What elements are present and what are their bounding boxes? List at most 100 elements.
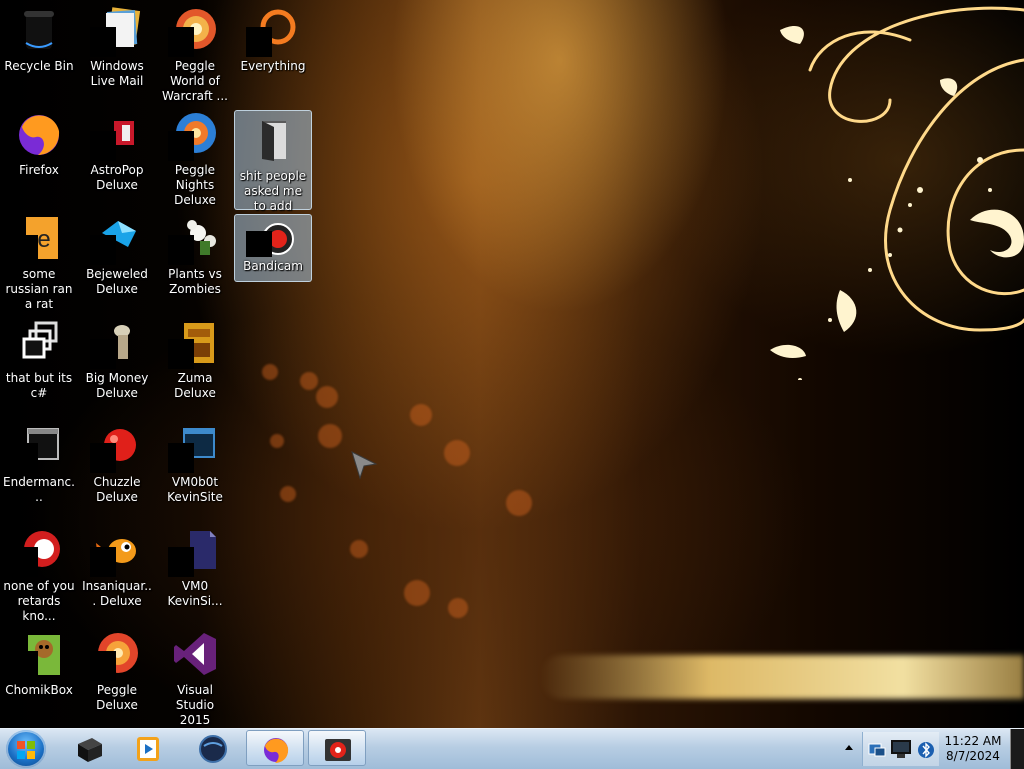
wallpaper-swirl bbox=[770, 6, 1024, 380]
desktop-icon-label: shit people asked me to add bbox=[239, 169, 307, 213]
desktop-icon-vm0b0t-kevinsite[interactable]: VM0b0t KevinSite bbox=[156, 416, 234, 516]
wallpaper-bokeh bbox=[318, 424, 342, 448]
desktop-icon-astropop[interactable]: AstroPop Deluxe bbox=[78, 104, 156, 204]
bluetooth-icon[interactable] bbox=[917, 740, 935, 760]
wallpaper-bokeh bbox=[410, 404, 432, 426]
desktop-icon-label: some russian ran a rat bbox=[5, 267, 73, 311]
desktop-icon-everything[interactable]: Everything bbox=[234, 0, 312, 100]
desktop-icon-label: Peggle Deluxe bbox=[96, 683, 138, 712]
desktop-icon-peggle-nights[interactable]: Peggle Nights Deluxe bbox=[156, 104, 234, 207]
vm-window-icon bbox=[168, 421, 220, 473]
window-stack-icon bbox=[14, 317, 64, 367]
desktop-icon-label: Peggle Nights Deluxe bbox=[174, 163, 216, 207]
desktop-icon-peggle-deluxe[interactable]: Peggle Deluxe bbox=[78, 624, 156, 724]
desktop-icon-chomikbox[interactable]: ChomikBox bbox=[0, 624, 78, 724]
show-desktop-button[interactable] bbox=[1010, 729, 1024, 769]
desktop-icon-zuma[interactable]: Zuma Deluxe bbox=[156, 312, 234, 412]
desktop-icon-label: Everything bbox=[240, 59, 306, 73]
peggle-wow-icon bbox=[168, 5, 220, 57]
desktop-icon-label: Windows Live Mail bbox=[90, 59, 144, 88]
wallpaper-bokeh bbox=[316, 386, 338, 408]
desktop-icon-big-money[interactable]: Big Money Deluxe bbox=[78, 312, 156, 412]
desktop-icon-label: VM0 KevinSi... bbox=[167, 579, 223, 608]
wallpaper-bokeh bbox=[448, 598, 468, 618]
taskbar: 11:22 AM 8/7/2024 bbox=[0, 728, 1024, 769]
red-orb-icon bbox=[12, 525, 64, 577]
taskbar-clock[interactable]: 11:22 AM 8/7/2024 bbox=[940, 734, 1006, 764]
clock-time: 11:22 AM bbox=[944, 734, 1002, 748]
plants-vs-zombies-icon bbox=[168, 213, 220, 265]
desktop-icon-vm0-kevinsite[interactable]: VM0 KevinSi... bbox=[156, 520, 234, 620]
clock-date: 8/7/2024 bbox=[946, 749, 1000, 763]
wallpaper-bokeh bbox=[262, 364, 278, 380]
desktop-icon-chuzzle[interactable]: Chuzzle Deluxe bbox=[78, 416, 156, 516]
desktop-icon-label: ChomikBox bbox=[5, 683, 73, 697]
desktop-icon-visual-studio-2015[interactable]: Visual Studio 2015 bbox=[156, 624, 234, 727]
big-money-icon bbox=[90, 317, 142, 369]
peggle-nights-icon bbox=[168, 109, 220, 161]
media-player-icon bbox=[137, 737, 159, 761]
desktop-icon-none-of-you[interactable]: none of you retards kno... bbox=[0, 520, 78, 623]
black-box-app-icon bbox=[78, 738, 102, 762]
desktop-icon-insaniquarium[interactable]: Insaniquar... Deluxe bbox=[78, 520, 156, 620]
peggle-deluxe-icon bbox=[90, 629, 142, 681]
desktop-icon-label: Zuma Deluxe bbox=[174, 371, 216, 400]
desktop-icon-label: Bejeweled Deluxe bbox=[86, 267, 148, 296]
desktop-icon-shit-people-asked-me-to-add[interactable]: shit people asked me to add bbox=[234, 110, 312, 213]
insaniquarium-fish-icon bbox=[90, 525, 142, 577]
document-shortcut-icon: e bbox=[12, 213, 64, 265]
wallpaper-bokeh bbox=[506, 490, 532, 516]
windows-logo-icon bbox=[17, 741, 35, 759]
notification-area bbox=[862, 732, 939, 766]
tray-overflow-arrow-icon[interactable] bbox=[842, 741, 856, 755]
wallpaper-bokeh bbox=[350, 540, 368, 558]
desktop-icon-bejeweled[interactable]: Bejeweled Deluxe bbox=[78, 208, 156, 308]
svg-text:e: e bbox=[37, 226, 50, 253]
visual-studio-icon bbox=[170, 629, 220, 679]
wallpaper-bokeh bbox=[444, 440, 470, 466]
astropop-icon bbox=[90, 109, 142, 161]
desktop-icon-bandicam[interactable]: Bandicam bbox=[234, 214, 312, 282]
desktop[interactable]: Recycle Bin Windows Live Mail Peggle Wor… bbox=[0, 0, 1024, 728]
desktop-icon-label: Visual Studio 2015 bbox=[175, 683, 215, 727]
desktop-icon-label: Firefox bbox=[19, 163, 59, 177]
folder-icon bbox=[248, 115, 298, 165]
wallpaper-bokeh bbox=[404, 580, 430, 606]
desktop-icon-label: Bandicam bbox=[243, 259, 303, 273]
network-icon[interactable] bbox=[867, 740, 887, 760]
desktop-icon-label: Peggle World of Warcraft ... bbox=[162, 59, 228, 103]
desktop-icon-label: that but its c# bbox=[5, 371, 73, 400]
taskbar-button-bandicam[interactable] bbox=[308, 730, 366, 766]
taskbar-button-black-box-app[interactable] bbox=[60, 730, 118, 766]
desktop-icon-label: none of you retards kno... bbox=[3, 579, 75, 623]
mouse-pointer-icon bbox=[351, 451, 378, 480]
recycle-bin-icon bbox=[14, 5, 64, 55]
chomikbox-icon bbox=[12, 629, 64, 681]
everything-search-icon bbox=[246, 5, 298, 57]
bandicam-icon bbox=[325, 739, 351, 761]
taskbar-button-media-player[interactable] bbox=[120, 730, 178, 766]
desktop-icon-peggle-wow[interactable]: Peggle World of Warcraft ... bbox=[156, 0, 234, 103]
desktop-icon-endermanch[interactable]: Endermanc... bbox=[0, 416, 78, 516]
start-button[interactable] bbox=[6, 730, 46, 768]
desktop-icon-firefox[interactable]: Firefox bbox=[0, 104, 78, 204]
zuma-icon bbox=[168, 317, 220, 369]
monitor-icon[interactable] bbox=[889, 738, 913, 760]
desktop-icon-label: Endermanc... bbox=[3, 475, 75, 504]
desktop-icon-plants-vs-zombies[interactable]: Plants vs Zombies bbox=[156, 208, 234, 308]
taskbar-button-globe-app[interactable] bbox=[184, 730, 242, 766]
desktop-icon-label: AstroPop Deluxe bbox=[90, 163, 144, 192]
vm-file-icon bbox=[168, 525, 220, 577]
chuzzle-icon bbox=[90, 421, 142, 473]
firefox-icon bbox=[14, 109, 64, 159]
desktop-icon-windows-live-mail[interactable]: Windows Live Mail bbox=[78, 0, 156, 100]
wallpaper-bokeh bbox=[270, 434, 284, 448]
desktop-icon-that-but-its-c-sharp[interactable]: that but its c# bbox=[0, 312, 78, 412]
desktop-icon-recycle-bin[interactable]: Recycle Bin bbox=[0, 0, 78, 100]
globe-app-icon bbox=[199, 735, 227, 763]
desktop-icon-some-russian-ran-a-rat[interactable]: e some russian ran a rat bbox=[0, 208, 78, 311]
taskbar-button-firefox[interactable] bbox=[246, 730, 304, 766]
endermanch-icon bbox=[12, 421, 64, 473]
bejeweled-icon bbox=[90, 213, 142, 265]
desktop-icon-label: Plants vs Zombies bbox=[168, 267, 222, 296]
